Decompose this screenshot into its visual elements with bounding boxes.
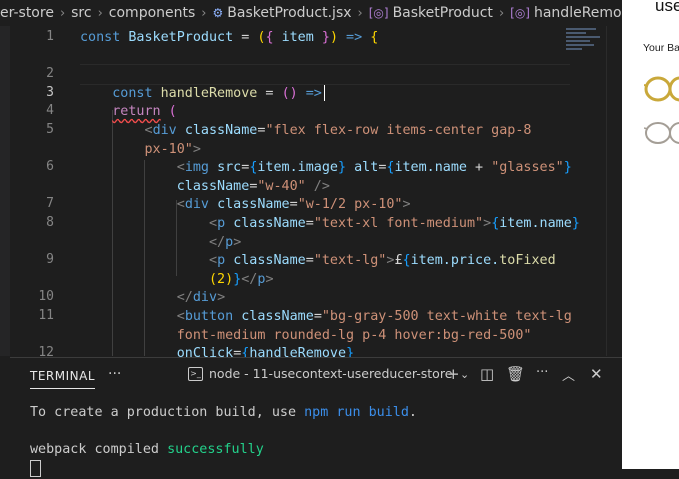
breadcrumb-item[interactable]: er-store [0, 5, 54, 21]
breadcrumb-label: er-store [0, 5, 54, 21]
breadcrumb-item[interactable]: src [71, 5, 91, 21]
code-line[interactable]: <button className="bg-gray-500 text-whit… [80, 308, 572, 327]
code-line[interactable]: px-10"> [80, 141, 201, 160]
basket-heading: Your Ba [643, 42, 679, 54]
code-line[interactable]: <p className="text-lg">£{item.price.toFi… [80, 252, 556, 271]
more-actions-icon[interactable]: ··· [536, 365, 548, 380]
more-icon[interactable]: ··· [108, 366, 121, 382]
line-number: 10 [38, 289, 54, 305]
breadcrumb-separator-icon: › [97, 5, 103, 21]
line-number: 7 [46, 196, 54, 212]
line-number: 3 [46, 84, 54, 100]
code-line[interactable]: </p> [80, 234, 241, 253]
breadcrumb-item[interactable]: components [109, 5, 196, 21]
terminal-panel: TERMINAL ··· >_ node - 11-usecontext-use… [10, 358, 622, 477]
terminal-prompt[interactable] [30, 459, 417, 479]
breadcrumb-label: src [71, 5, 92, 21]
line-number: 4 [46, 103, 54, 119]
code-line[interactable]: <div className="w-1/2 px-10"> [80, 196, 411, 215]
breadcrumb-item[interactable]: [◎] BasketProduct [369, 5, 493, 21]
terminal-icon: >_ [188, 366, 203, 381]
line-number: 11 [38, 308, 54, 323]
code-line[interactable]: <div className="flex flex-row items-cent… [80, 122, 532, 141]
code-line[interactable]: <p className="text-xl font-medium">{item… [80, 215, 580, 234]
terminal-select-label: node - 11-usecontext-usereducer-store [209, 366, 453, 381]
line-number-gutter: 1 2 3 4 5 6 7 8 9 10 11 12 [10, 26, 72, 360]
terminal-cursor [30, 459, 41, 477]
breadcrumb-item[interactable]: [◎]handleRemove [510, 5, 622, 21]
line-number: 6 [46, 159, 54, 175]
breadcrumb-label: components [108, 5, 196, 21]
code-line[interactable]: <img src={item.image} alt={item.name + "… [80, 159, 572, 178]
terminal-output[interactable]: To create a production build, use npm ru… [30, 404, 417, 479]
brackets-icon: [◎] [368, 6, 389, 20]
browser-preview: use Your Ba [622, 0, 679, 469]
breadcrumb-item[interactable]: ⚙ BasketProduct.jsx [213, 5, 352, 21]
breadcrumb-label: handleRemove [533, 5, 622, 21]
breadcrumb: er-store › src › components › ⚙ BasketProduct.j… [0, 0, 622, 26]
code-line[interactable]: </div> [80, 289, 225, 308]
line-number: 8 [46, 215, 54, 230]
chevron-up-icon[interactable]: ︿ [562, 365, 575, 384]
method-icon: [◎] [510, 6, 530, 20]
activity-strip [0, 26, 10, 356]
line-number: 1 [46, 29, 54, 44]
terminal-line: webpack compiled successfully [30, 442, 264, 458]
code-line[interactable]: return ( [80, 103, 177, 122]
terminal-select[interactable]: >_ node - 11-usecontext-usereducer-store [188, 366, 452, 381]
terminal-line: To create a production build, use npm ru… [30, 405, 417, 420]
panel-header: TERMINAL ··· >_ node - 11-usecontext-use… [10, 358, 622, 394]
breadcrumb-separator-icon: › [357, 5, 363, 21]
trash-icon[interactable]: 🗑 [506, 365, 525, 383]
glasses-image [644, 76, 679, 102]
gear-icon: ⚙ [212, 6, 224, 20]
editor-scrollbar[interactable] [606, 26, 622, 356]
code-line[interactable]: className="w-40" /> [80, 178, 330, 197]
glasses-image [644, 122, 679, 144]
minimap[interactable] [566, 26, 610, 66]
code-line[interactable]: (2)}</p> [80, 271, 274, 290]
split-terminal-icon[interactable]: ◫ [480, 365, 494, 383]
text-cursor [323, 84, 325, 101]
code-line[interactable]: const handleRemove = () => [80, 84, 325, 104]
add-terminal-icon[interactable]: + [447, 365, 460, 383]
breadcrumb-separator-icon: › [498, 5, 505, 21]
code-line[interactable]: font-medium rounded-lg p-4 hover:bg-red-… [80, 327, 532, 346]
line-number: 2 [46, 66, 54, 82]
tab-terminal[interactable]: TERMINAL [30, 369, 96, 389]
line-number: 9 [46, 252, 54, 268]
breadcrumb-separator-icon: › [201, 5, 207, 21]
page-title: use [655, 0, 679, 15]
chevron-down-icon[interactable]: ⌄ [460, 368, 469, 381]
code-line[interactable]: const BasketProduct = ({ item }) => { [80, 29, 378, 48]
breadcrumb-label: BasketProduct [392, 5, 493, 21]
code-editor[interactable]: const BasketProduct = ({ item }) => { co… [80, 26, 580, 361]
line-number: 5 [46, 122, 54, 137]
close-icon[interactable]: ✕ [590, 365, 603, 383]
breadcrumb-separator-icon: › [59, 5, 66, 21]
breadcrumb-label: BasketProduct.jsx [227, 5, 352, 21]
